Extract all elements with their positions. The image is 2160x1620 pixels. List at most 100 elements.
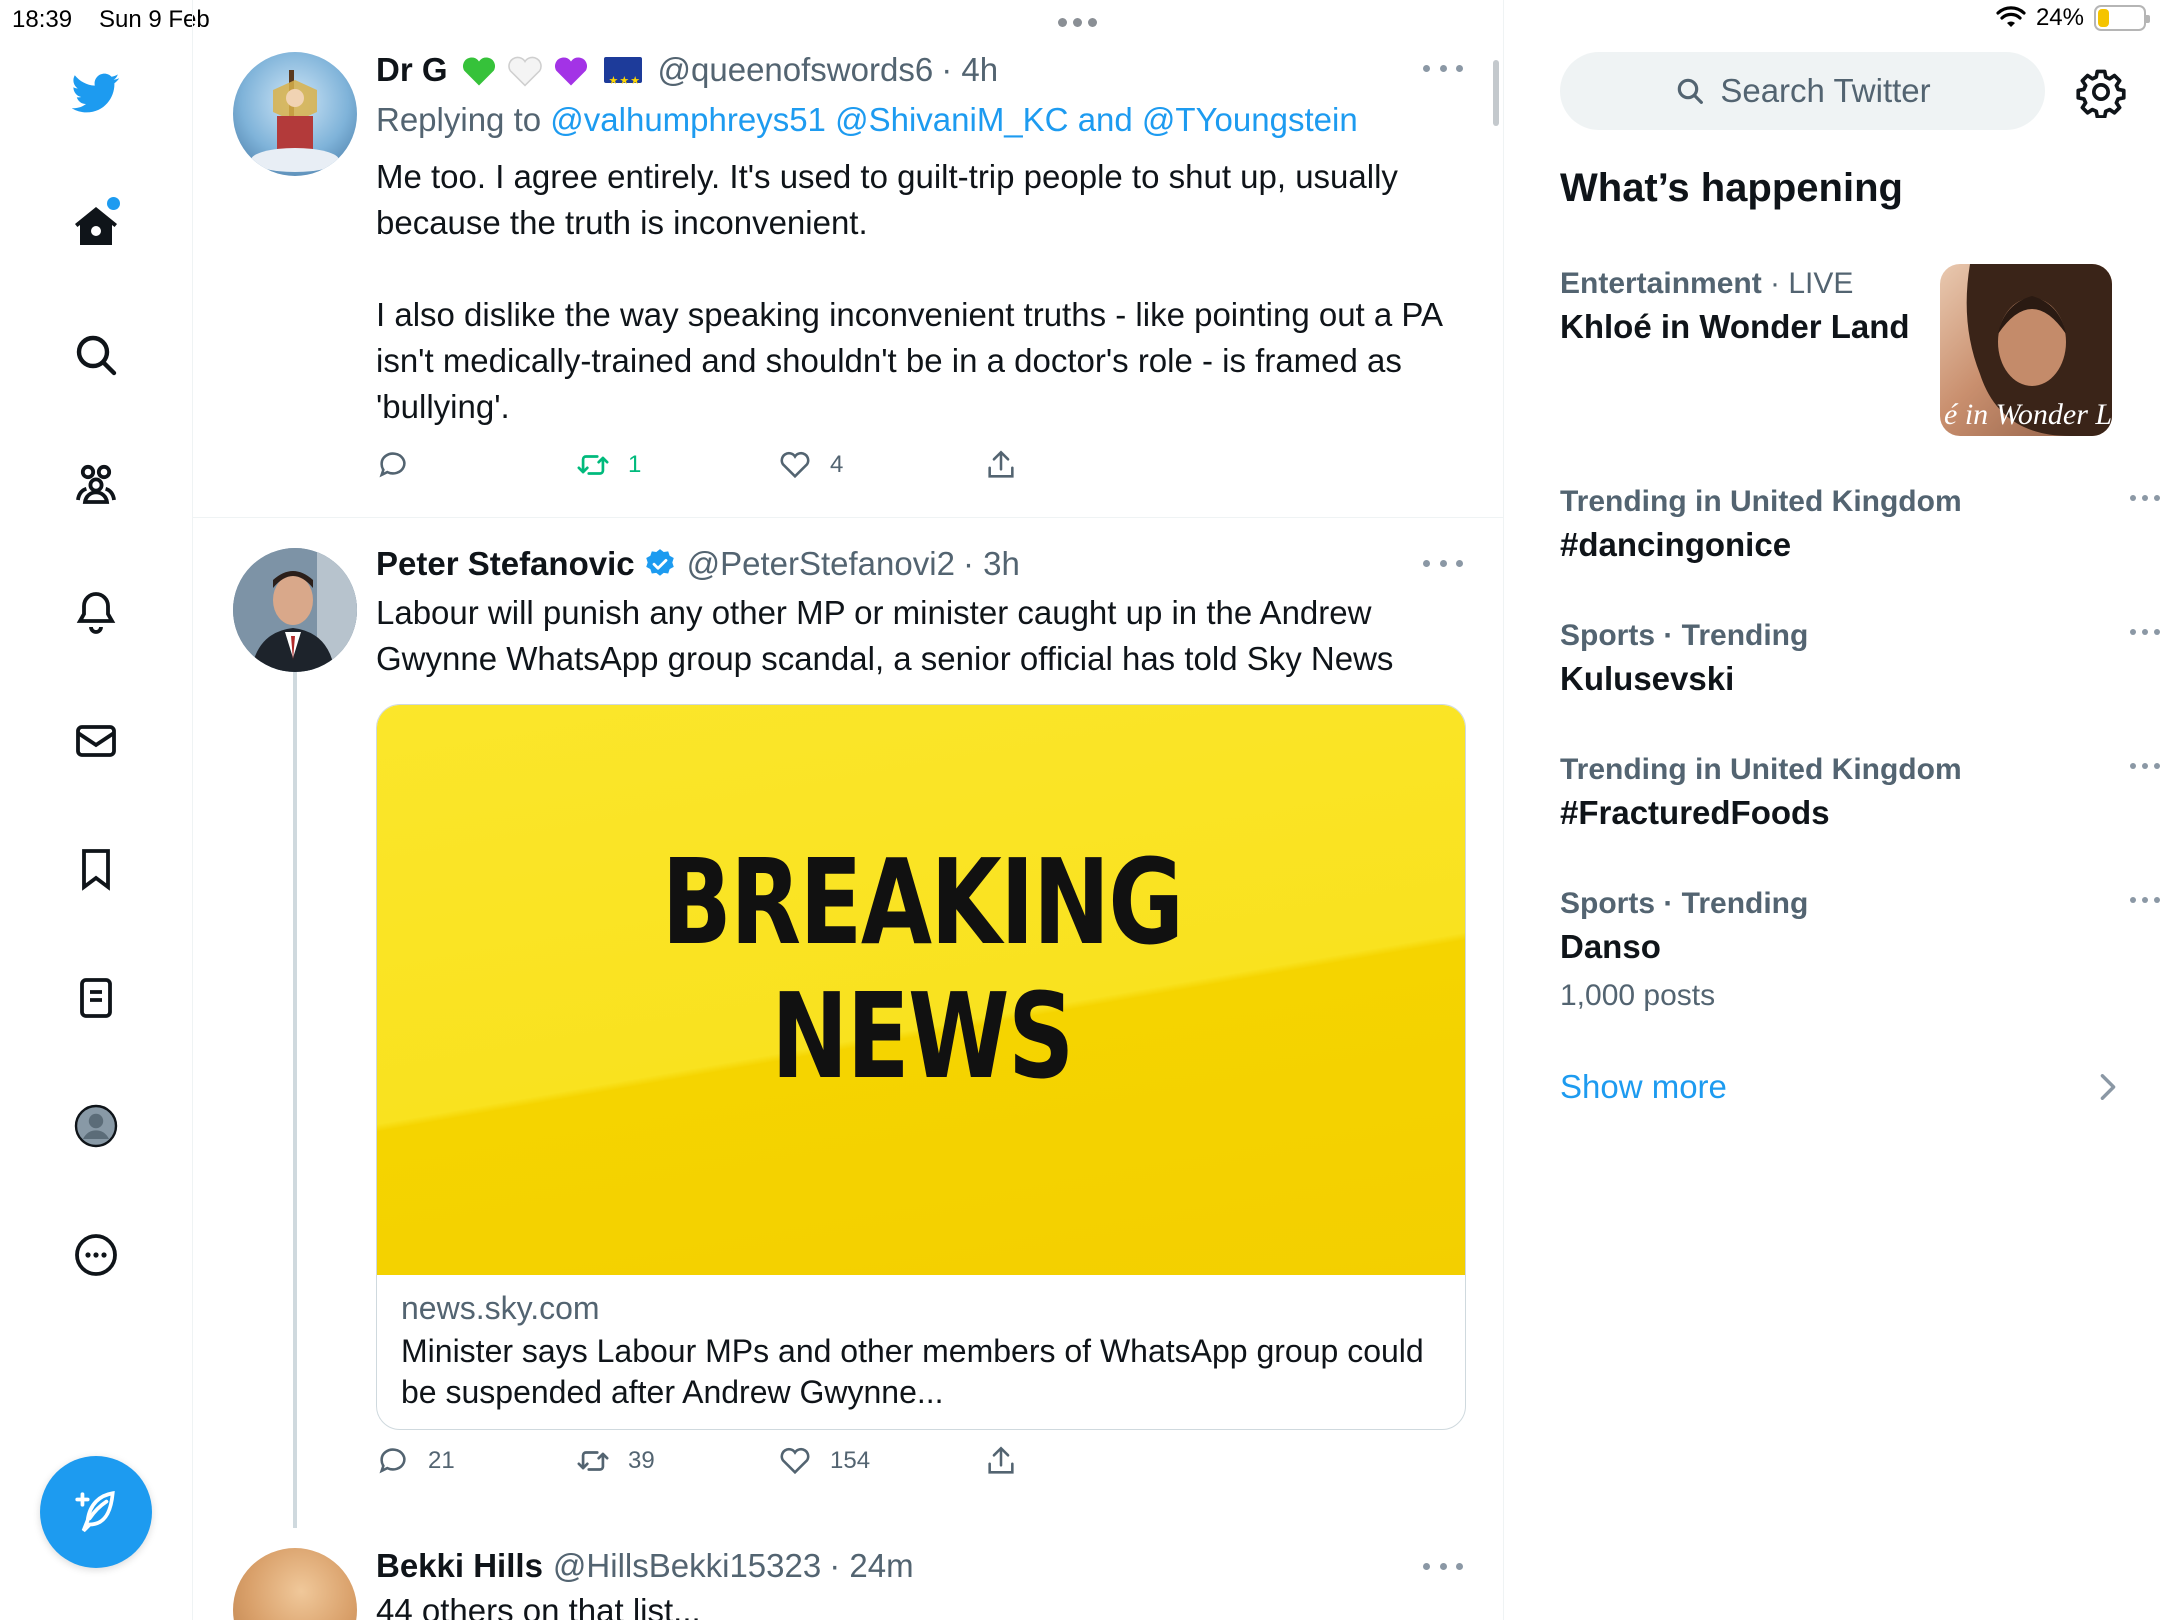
trend-more-button[interactable] [2130,756,2160,776]
card-title: Minister says Labour MPs and other membe… [401,1333,1424,1410]
author-handle[interactable]: @HillsBekki15323 [553,1544,821,1588]
trend-more-button[interactable] [2130,622,2160,642]
show-more-link[interactable]: Show more [1560,1068,1727,1106]
trend-name: #FracturedFoods [1560,794,1830,831]
tweet-more-button[interactable] [1423,1554,1463,1578]
left-nav [0,40,192,1620]
trend-name: Kulusevski [1560,660,1735,697]
avatar[interactable] [233,52,357,176]
trend-item[interactable]: Trending in United Kingdom #FracturedFoo… [1560,750,2160,836]
tweet-time[interactable]: · 3h [963,542,1020,586]
trend-item[interactable]: Sports · Trending Kulusevski [1560,616,2160,702]
scrollbar[interactable] [1493,60,1499,126]
like-icon [780,1448,810,1475]
retweet-icon [577,1451,609,1471]
right-sidebar: Search Twitter What’s happening Entertai… [1510,0,2160,1620]
tweet-text: Labour will punish any other MP or minis… [376,594,1394,677]
author-handle[interactable]: @PeterStefanovi2 [687,542,955,586]
tweet-text-p2: I also dislike the way speaking inconven… [376,296,1442,425]
tweet-body: Peter Stefanovic @PeterStefanovi2 · 3h L… [376,542,1466,682]
tweet-body: Bekki Hills @HillsBekki15323 · 24m 44 ot… [376,1544,1466,1620]
tweet-header: Dr G @queenofswords6 · 4h [376,48,1466,103]
reply-mentions[interactable]: @valhumphreys51 @ShivaniM_KC [550,101,1068,138]
tweet-header: Bekki Hills @HillsBekki15323 · 24m [376,1544,1466,1588]
search-placeholder: Search Twitter [1720,72,1931,109]
like-button[interactable]: 154 [778,1444,870,1478]
trend-more-button[interactable] [2130,890,2160,910]
home-unread-dot [107,197,120,210]
trend-live-label: · LIVE [1770,267,1854,300]
trend-post-count: 1,000 posts [1560,979,1716,1012]
reply-icon [379,452,406,478]
trend-item[interactable]: Sports · Trending Danso 1,000 posts [1560,884,2160,1018]
reply-mention-last[interactable]: @TYoungstein [1142,101,1358,138]
bookmarks-icon[interactable] [55,828,137,910]
reply-button[interactable] [376,448,428,482]
like-count: 154 [830,1447,871,1474]
verified-badge-icon [645,549,674,576]
whats-happening-heading: What’s happening [1560,166,1903,210]
author-handle[interactable]: @queenofswords6 [658,48,934,92]
messages-icon[interactable] [55,700,137,782]
app: 18:39 Sun 9 Feb 24% Dr G ★★★ @queenofswo… [0,0,2160,1620]
tweet-time[interactable]: · 24m [829,1544,913,1588]
trend-thumb-text: é in Wonder L [1944,398,2112,431]
compose-tweet-button[interactable] [40,1456,152,1568]
tweet[interactable]: Dr G @queenofswords6 · 4h Replying to @v… [193,0,1503,518]
retweet-count: 39 [628,1447,655,1474]
trend-category: Sports · Trending [1560,619,1809,652]
lists-icon[interactable] [55,957,137,1039]
trend-thumbnail[interactable]: é in Wonder L [1940,264,2112,436]
like-icon [780,452,810,479]
trend-thumbnail-art: é in Wonder L [1944,264,2112,436]
replying-prefix: Replying to [376,101,542,138]
eu-flag-icon [603,57,642,103]
white-heart-icon [507,56,542,87]
tweet-more-button[interactable] [1423,56,1463,80]
like-button[interactable]: 4 [778,448,843,482]
tweet-time[interactable]: · 4h [941,48,998,92]
card-image-line2: NEWS [771,967,1074,1105]
trend-category-label: Entertainment [1560,267,1762,300]
profile-icon[interactable] [55,1085,137,1167]
share-button[interactable] [984,1444,1018,1478]
like-count: 4 [830,451,844,478]
retweet-count: 1 [628,451,642,478]
link-card[interactable]: BREAKING NEWS news.sky.com Minister says… [376,704,1466,1430]
search-input[interactable]: Search Twitter [1560,52,2045,130]
reply-and[interactable]: and [1078,101,1133,138]
author-name[interactable]: Bekki Hills [376,1544,543,1588]
chevron-right-icon[interactable] [2096,1072,2120,1102]
reply-button[interactable]: 21 [376,1444,455,1478]
avatar[interactable] [233,548,357,672]
thread-line [293,668,297,1528]
author-name[interactable]: Dr G [376,48,448,92]
trend-name: #dancingonice [1560,526,1792,563]
reply-count: 21 [428,1447,455,1474]
right-divider [1503,0,1504,1620]
home-icon[interactable] [55,186,137,268]
search-icon[interactable] [55,314,137,396]
settings-gear-icon[interactable] [2075,66,2127,118]
share-icon [988,1446,1014,1474]
tweet[interactable]: Peter Stefanovic @PeterStefanovi2 · 3h L… [193,518,1503,1538]
purple-heart-icon [554,57,587,86]
tweet[interactable]: Bekki Hills @HillsBekki15323 · 24m 44 ot… [193,1536,1503,1620]
share-button[interactable] [984,448,1018,482]
more-icon[interactable] [55,1214,137,1296]
card-image: BREAKING NEWS [377,705,1465,1275]
retweet-button[interactable]: 39 [576,1444,655,1478]
trend-more-button[interactable] [2130,488,2160,508]
retweet-button[interactable]: 1 [576,448,641,482]
trend-item[interactable]: Trending in United Kingdom #dancingonice [1560,482,2160,568]
share-icon [988,450,1014,478]
reply-icon [379,1448,406,1474]
twitter-logo-icon[interactable] [55,52,137,134]
trend-category: Trending in United Kingdom [1560,485,1962,518]
notifications-icon[interactable] [55,571,137,653]
author-name[interactable]: Peter Stefanovic [376,542,635,586]
tweet-more-button[interactable] [1423,551,1463,575]
tweet-text-p1: Me too. I agree entirely. It's used to g… [376,158,1398,241]
avatar[interactable] [233,1548,357,1620]
communities-icon[interactable] [55,443,137,525]
